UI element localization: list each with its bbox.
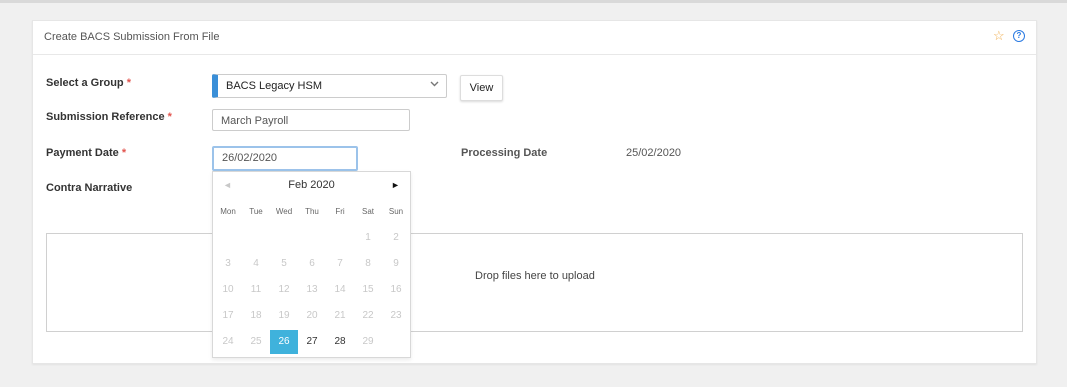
submission-reference-label: Submission Reference * — [46, 111, 172, 123]
day-cell-available[interactable]: 28 — [326, 330, 354, 354]
day-cell: 4 — [253, 258, 259, 269]
chevron-down-icon — [429, 78, 440, 92]
day-cell: 3 — [225, 258, 231, 269]
day-cell: 14 — [334, 284, 346, 295]
submission-reference-input[interactable]: March Payroll — [212, 109, 410, 131]
date-picker: ◄ Feb 2020 ► Mon Tue Wed Thu Fri Sat Sun… — [212, 171, 411, 358]
payment-date-input[interactable]: 26/02/2020 — [212, 146, 358, 171]
weekday-thu: Thu — [305, 207, 319, 216]
view-button[interactable]: View — [460, 75, 503, 101]
weekday-tue: Tue — [249, 207, 263, 216]
day-cell: 5 — [281, 258, 287, 269]
day-cell — [382, 330, 410, 354]
day-cell: 2 — [393, 232, 399, 243]
group-label: Select a Group * — [46, 77, 131, 89]
payment-date-label: Payment Date * — [46, 147, 127, 159]
day-cell: 29 — [362, 336, 374, 347]
week-row: 10 11 12 13 14 15 16 — [214, 278, 410, 302]
weekday-sat: Sat — [361, 207, 374, 216]
dropzone-text: Drop files here to upload — [475, 270, 595, 282]
day-cell: 15 — [362, 284, 374, 295]
day-cell — [298, 226, 326, 250]
weekday-header: Mon Tue Wed Thu Fri Sat Sun — [214, 200, 410, 224]
required-mark: * — [167, 111, 172, 123]
week-row: 24 25 26 27 28 29 — [214, 330, 410, 354]
day-cell — [270, 226, 298, 250]
day-cell — [242, 226, 270, 250]
contra-narrative-label: Contra Narrative — [46, 182, 133, 194]
day-cell — [326, 226, 354, 250]
weekday-fri: Fri — [335, 207, 345, 216]
day-cell: 13 — [306, 284, 318, 295]
day-cell: 9 — [393, 258, 399, 269]
day-cell: 17 — [222, 310, 234, 321]
day-cell — [214, 226, 242, 250]
day-cell: 25 — [250, 336, 262, 347]
day-cell: 24 — [222, 336, 234, 347]
day-cell: 22 — [362, 310, 374, 321]
file-dropzone[interactable]: Drop files here to upload — [46, 233, 1023, 332]
star-icon[interactable]: ☆ — [993, 29, 1005, 43]
week-row: 3 4 5 6 7 8 9 — [214, 252, 410, 276]
top-border — [0, 0, 1067, 3]
help-icon[interactable]: ? — [1013, 30, 1025, 42]
week-row: 17 18 19 20 21 22 23 — [214, 304, 410, 328]
weekday-sun: Sun — [388, 207, 404, 216]
required-mark: * — [121, 147, 127, 159]
week-row: 1 2 — [214, 226, 410, 250]
processing-date-label: Processing Date — [461, 147, 548, 159]
day-cell: 23 — [390, 310, 402, 321]
day-cell: 20 — [306, 310, 318, 321]
group-select[interactable]: BACS Legacy HSM — [212, 74, 447, 98]
required-mark: * — [126, 77, 131, 89]
card-header: Create BACS Submission From File ☆ ? — [33, 21, 1036, 55]
submission-card: Create BACS Submission From File ☆ ? Sel… — [32, 20, 1037, 364]
day-cell: 6 — [309, 258, 315, 269]
day-cell-available[interactable]: 27 — [298, 330, 326, 354]
processing-date-value: 25/02/2020 — [626, 147, 682, 159]
day-cell: 12 — [278, 284, 290, 295]
day-cell: 16 — [390, 284, 402, 295]
next-month-icon[interactable]: ► — [391, 180, 400, 190]
month-title: Feb 2020 — [288, 179, 335, 191]
day-cell: 19 — [278, 310, 290, 321]
day-cell: 21 — [334, 310, 346, 321]
day-cell: 10 — [222, 284, 234, 295]
day-cell: 11 — [250, 284, 262, 295]
day-cell: 18 — [250, 310, 262, 321]
weekday-wed: Wed — [275, 207, 293, 216]
group-select-value: BACS Legacy HSM — [226, 80, 322, 92]
day-cell-selected[interactable]: 26 — [270, 330, 298, 354]
card-title: Create BACS Submission From File — [44, 31, 220, 43]
day-cell: 8 — [365, 258, 371, 269]
weekday-mon: Mon — [220, 207, 236, 216]
day-cell: 1 — [365, 232, 371, 243]
day-cell: 7 — [337, 258, 343, 269]
